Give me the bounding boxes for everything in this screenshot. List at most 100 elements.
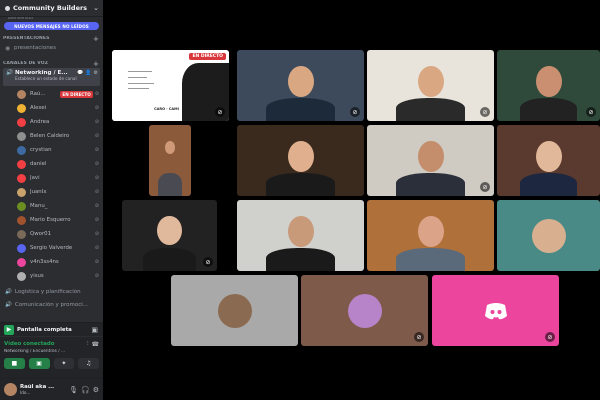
video-tile[interactable] [497, 125, 600, 196]
muted-mic-icon: ⊘ [94, 175, 99, 181]
voice-member[interactable]: Javi ⊘ [0, 171, 103, 185]
activities-icon: ✦ [61, 360, 67, 367]
video-tile[interactable] [149, 125, 191, 196]
voice-member[interactable]: Raú... EN DIRECTO ⊘ [0, 87, 103, 101]
stop-share-icon[interactable]: ▣ [91, 326, 98, 334]
chat-icon[interactable]: 💬 [77, 70, 83, 76]
participant-body [395, 248, 466, 271]
muted-mic-icon: ⊘ [94, 161, 99, 167]
participant-head [417, 140, 444, 172]
voice-member[interactable]: Andrea ⊘ [0, 115, 103, 129]
muted-mic-icon: ⊘ [94, 147, 99, 153]
video-tile[interactable] [237, 200, 364, 271]
voice-member[interactable]: Alexei ⊘ [0, 101, 103, 115]
video-tile[interactable]: CARO · CAMI EN DIRECTO ⊘ [112, 50, 229, 121]
headphones-icon[interactable]: 🎧 [81, 386, 90, 394]
category-presentaciones[interactable]: PRESENTACIONES + [0, 34, 103, 43]
disconnect-icon[interactable]: ☎ [92, 341, 99, 348]
participant-head [535, 140, 562, 172]
noise-suppression-icon[interactable]: ⫶ [87, 340, 89, 348]
channel-presentaciones[interactable]: ◉ presentaciones [0, 43, 103, 53]
channel-status[interactable]: Establece un estado de canal [15, 76, 98, 81]
voice-member[interactable]: daniel ⊘ [0, 157, 103, 171]
member-name: Alexei [30, 105, 47, 111]
voice-member[interactable]: Qwor01 ⊘ [0, 227, 103, 241]
video-tile[interactable]: ⊘ [367, 125, 494, 196]
muted-mic-icon: ⊘ [94, 91, 99, 97]
avatar [17, 257, 26, 267]
discord-app: Community Builders ⌄ bienvenida NUEVOS M… [0, 0, 600, 400]
voice-member[interactable]: Sergio Valverde ⊘ [0, 241, 103, 255]
voice-member[interactable]: Belen Caldeiro ⊘ [0, 129, 103, 143]
voice-connection-panel: Vídeo conectado ⫶ ☎ Networking / Encuent… [0, 337, 103, 378]
speaker-icon: 🔊 [5, 288, 12, 295]
add-member-icon[interactable]: 👤 [85, 70, 91, 76]
avatar [17, 271, 26, 281]
unread-messages-pill[interactable]: NUEVOS MENSAJES NO LEÍDOS [4, 22, 99, 30]
category-label: CANALES DE VOZ [3, 61, 49, 66]
video-tile[interactable] [237, 125, 364, 196]
participant-body [520, 173, 577, 196]
member-name: Raú... [30, 91, 46, 97]
participant-body [265, 98, 336, 121]
channel-label: Comunicación y promoci... [14, 301, 88, 308]
voice-member-list: Raú... EN DIRECTO ⊘ Alexei ⊘ Andrea ⊘ Belen Cal… [0, 87, 103, 283]
avatar [217, 293, 252, 328]
member-name: Qwor01 [30, 231, 52, 237]
participant-body [158, 173, 182, 196]
channel-label: Logística y planificación [14, 288, 81, 295]
add-channel-icon[interactable]: + [93, 35, 99, 43]
voice-channel-path[interactable]: Networking / Encuentros / ... [4, 349, 99, 354]
avatar [17, 173, 26, 183]
muted-mic-icon: ⊘ [350, 107, 360, 117]
soundboard-icon: ♫ [85, 360, 92, 367]
participant-head [417, 215, 444, 247]
chevron-down-icon[interactable]: ⌄ [93, 4, 99, 12]
gear-icon[interactable]: ⚙ [93, 386, 99, 394]
share-screen-button[interactable]: ▣ [28, 358, 50, 369]
screen-share-slide: CARO · CAMI [112, 50, 229, 121]
avatar [17, 131, 26, 141]
muted-mic-icon: ⊘ [94, 217, 99, 223]
muted-mic-icon: ⊘ [586, 107, 596, 117]
screen-share-label: Pantalla completa [17, 326, 72, 333]
avatar [347, 293, 382, 328]
soundboard-button[interactable]: ♫ [78, 358, 99, 369]
activities-button[interactable]: ✦ [53, 358, 75, 369]
member-name: Sergio Valverde [30, 245, 73, 251]
server-header[interactable]: Community Builders ⌄ [0, 0, 103, 17]
member-name: JuanIx [30, 189, 47, 195]
video-tile[interactable]: ⊘ [432, 275, 559, 346]
voice-member[interactable]: yisus ⊘ [0, 269, 103, 283]
add-channel-icon[interactable]: + [93, 60, 99, 68]
voice-member[interactable]: JuanIx ⊘ [0, 185, 103, 199]
member-name: crystian [30, 147, 52, 153]
voice-channel-logistica[interactable]: 🔊 Logística y planificación [0, 285, 103, 298]
video-tile[interactable]: ⊘ [497, 50, 600, 121]
avatar [17, 89, 26, 99]
category-voice[interactable]: CANALES DE VOZ + [0, 59, 103, 68]
voice-status[interactable]: Vídeo conectado [4, 341, 84, 347]
video-tile[interactable] [497, 200, 600, 271]
camera-button[interactable]: ■ [4, 358, 25, 369]
voice-member[interactable]: Mario Esquerro ⊘ [0, 213, 103, 227]
avatar[interactable] [4, 383, 17, 396]
video-tile[interactable] [171, 275, 298, 346]
voice-channel-comunicacion[interactable]: 🔊 Comunicación y promoci... [0, 298, 103, 311]
participant-head [287, 65, 314, 97]
screen-icon: ▣ [36, 360, 42, 367]
server-boost-icon [5, 5, 10, 11]
video-tile[interactable]: ⊘ [237, 50, 364, 121]
voice-channel-networking[interactable]: 🔊 Networking / E... 💬 👤 ⚙ Establece un e… [3, 68, 100, 86]
voice-member[interactable]: crystian ⊘ [0, 143, 103, 157]
participant-head [535, 65, 562, 97]
voice-member[interactable]: v4n3ss4ns ⊘ [0, 255, 103, 269]
video-tile[interactable] [367, 200, 494, 271]
video-tile[interactable]: ⊘ [301, 275, 428, 346]
video-tile[interactable]: ⊘ [122, 200, 217, 271]
video-tile[interactable]: ⊘ [367, 50, 494, 121]
microphone-icon[interactable]: 🎙 [69, 386, 78, 394]
channel-bienvenida[interactable]: bienvenida [0, 17, 103, 21]
gear-icon[interactable]: ⚙ [94, 70, 98, 76]
voice-member[interactable]: Manu_ ⊘ [0, 199, 103, 213]
